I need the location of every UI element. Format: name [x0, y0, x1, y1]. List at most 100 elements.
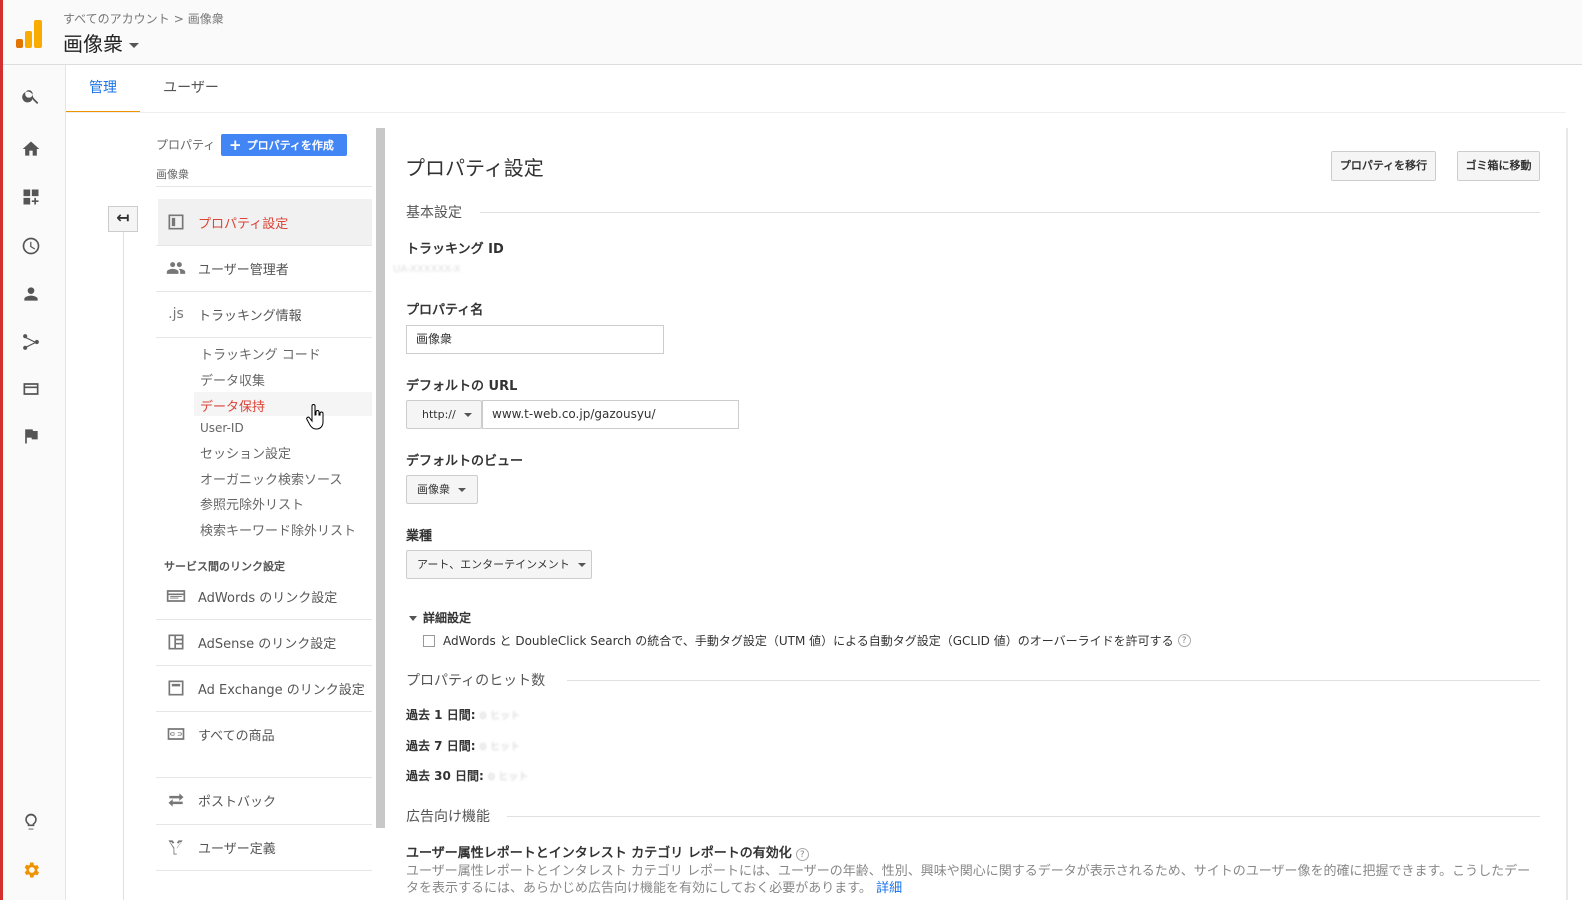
sub-link-referral-exclusion[interactable]: 参照元除外リスト: [200, 494, 304, 513]
display-icon[interactable]: [19, 377, 43, 401]
tabs-divider: [66, 112, 1566, 113]
protocol-select[interactable]: http://: [406, 400, 482, 429]
home-icon[interactable]: [19, 137, 43, 161]
person-icon[interactable]: [19, 282, 43, 306]
breadcrumb-property[interactable]: 画像衆: [188, 12, 224, 26]
property-selector[interactable]: 画像衆: [63, 28, 139, 57]
move-to-trash-button[interactable]: ゴミ箱に移動: [1457, 151, 1540, 181]
caret-down-icon: [129, 43, 139, 48]
demographics-label: ユーザー属性レポートとインタレスト カテゴリ レポートの有効化?: [406, 842, 809, 861]
breadcrumb-account[interactable]: すべてのアカウント: [63, 12, 170, 26]
sub-link-data-collection[interactable]: データ収集: [200, 370, 265, 389]
back-button[interactable]: ↤: [108, 206, 138, 232]
tab-admin[interactable]: 管理: [66, 65, 140, 113]
property-selector-label: 画像衆: [63, 32, 123, 56]
help-icon[interactable]: ?: [1177, 634, 1191, 647]
hand-cursor-icon: [306, 404, 326, 432]
gear-icon[interactable]: [19, 858, 43, 882]
lightbulb-icon[interactable]: [19, 810, 43, 834]
adexchange-icon: [164, 676, 188, 700]
default-url-label: デフォルトの URL: [406, 379, 518, 394]
app-header: すべてのアカウント > 画像衆 画像衆: [3, 0, 1582, 65]
hits-1-day: 過去 1 日間: 0 ヒット: [406, 706, 520, 723]
sub-link-user-id[interactable]: User-ID: [200, 421, 244, 435]
hits-30-days: 過去 30 日間: 0 ヒット: [406, 767, 528, 784]
nav-item-postback[interactable]: ポストバック: [158, 777, 372, 823]
default-view-label: デフォルトのビュー: [406, 454, 524, 469]
hits-value: 0 ヒット: [479, 742, 520, 753]
nav-item-user-management[interactable]: ユーザー管理者: [158, 245, 372, 291]
tracking-id-label: トラッキング ID: [406, 242, 504, 257]
industry-select[interactable]: アート、エンターテインメント: [406, 550, 592, 579]
hits-label: 過去 7 日間:: [406, 739, 476, 753]
left-rail: [3, 65, 66, 900]
section-rule: [507, 816, 1540, 817]
sub-link-session-settings[interactable]: セッション設定: [200, 443, 291, 462]
sub-link-data-retention[interactable]: データ保持: [200, 396, 265, 415]
nav-item-adsense-link[interactable]: AdSense のリンク設定: [158, 619, 372, 665]
nav-item-property-settings[interactable]: プロパティ設定: [158, 199, 372, 245]
industry-label: 業種: [406, 529, 433, 544]
js-icon: .js: [168, 306, 184, 322]
hits-value: 0 ヒット: [479, 711, 520, 722]
sub-link-organic-sources[interactable]: オーガニック検索ソース: [200, 469, 342, 488]
nav-item-tracking-info[interactable]: .js トラッキング情報: [158, 291, 372, 337]
details-link[interactable]: 詳細: [876, 881, 902, 896]
clock-icon[interactable]: [19, 234, 43, 258]
column-line: [123, 232, 124, 900]
section-rule: [480, 212, 1540, 213]
plus-icon: +: [229, 136, 242, 154]
admin-tabs: 管理 ユーザー: [66, 65, 1582, 113]
tab-user[interactable]: ユーザー: [150, 65, 232, 113]
link-icon: [164, 722, 188, 746]
ads-features-heading: 広告向け機能: [406, 809, 490, 825]
panel-scrollbar[interactable]: [376, 128, 385, 828]
property-icon: [164, 210, 188, 234]
nav-item-adwords-link[interactable]: AdWords のリンク設定: [158, 573, 372, 619]
divider: [156, 186, 372, 187]
sub-link-search-term-exclusion[interactable]: 検索キーワード除外リスト: [200, 520, 356, 539]
nav-column-header: プロパティ: [156, 138, 216, 152]
analytics-logo-icon[interactable]: [16, 20, 44, 48]
caret-down-icon: [463, 413, 472, 417]
protocol-value: http://: [422, 408, 456, 421]
hits-value: 0 ヒット: [487, 772, 529, 783]
help-icon[interactable]: ?: [795, 848, 809, 861]
default-view-select[interactable]: 画像衆: [406, 475, 478, 504]
demographics-label-text: ユーザー属性レポートとインタレスト カテゴリ レポートの有効化: [406, 846, 792, 861]
nav-item-adexchange-link[interactable]: Ad Exchange のリンク設定: [158, 665, 372, 711]
default-view-value: 画像衆: [417, 483, 450, 496]
create-property-button[interactable]: + プロパティを作成: [221, 134, 347, 156]
move-property-button[interactable]: プロパティを移行: [1331, 151, 1436, 181]
nav-item-label: AdSense のリンク設定: [198, 636, 337, 652]
nav-item-label: すべての商品: [198, 728, 275, 744]
override-checkbox[interactable]: [423, 634, 435, 647]
section-rule: [567, 680, 1540, 681]
nav-item-label: トラッキング情報: [198, 308, 302, 324]
adsense-icon: [164, 630, 188, 654]
hits-heading: プロパティのヒット数: [406, 673, 546, 689]
nav-item-all-products[interactable]: すべての商品: [158, 711, 372, 757]
sub-link-tracking-code[interactable]: トラッキング コード: [200, 344, 321, 363]
hits-7-days: 過去 7 日間: 0 ヒット: [406, 737, 520, 754]
page-scrollbar[interactable]: [1566, 128, 1568, 900]
search-icon[interactable]: [19, 84, 43, 108]
settings-nav: プロパティ + プロパティを作成 画像衆 プロパティ設定 ユーザー管理者 .js …: [154, 130, 372, 900]
advanced-settings-label: 詳細設定: [423, 611, 472, 625]
default-url-input[interactable]: www.t-web.co.jp/gazousyu/: [482, 400, 739, 429]
breadcrumb: すべてのアカウント > 画像衆: [63, 10, 224, 27]
link-section-label: サービス間のリンク設定: [164, 560, 285, 573]
override-option: AdWords と DoubleClick Search の統合で、手動タグ設定…: [423, 632, 1191, 649]
property-settings-panel: プロパティ設定 プロパティを移行 ゴミ箱に移動 基本設定 トラッキング ID U…: [393, 130, 1545, 900]
flag-icon[interactable]: [19, 424, 43, 448]
nav-item-label: ユーザー管理者: [198, 262, 289, 278]
fork-icon: [164, 835, 188, 859]
property-name-input[interactable]: 画像衆: [406, 325, 664, 354]
flow-icon[interactable]: [19, 330, 43, 354]
nav-item-custom-definitions[interactable]: ユーザー定義: [158, 824, 372, 870]
nav-property-name: 画像衆: [156, 168, 189, 181]
caret-down-icon: [577, 563, 586, 567]
adwords-icon: [164, 584, 188, 608]
dashboard-add-icon[interactable]: [19, 185, 43, 209]
advanced-settings-toggle[interactable]: 詳細設定: [409, 609, 471, 626]
